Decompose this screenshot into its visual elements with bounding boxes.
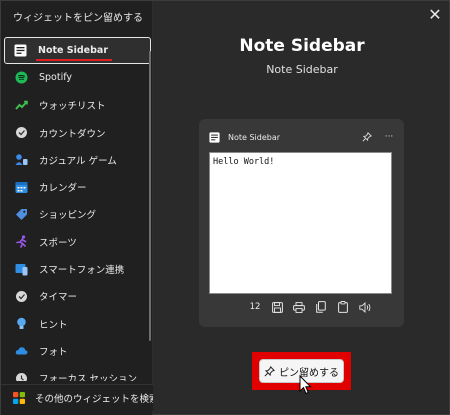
widget-item-label: カウントダウン <box>39 128 106 140</box>
more-options-icon[interactable]: ··· <box>382 130 396 144</box>
preview-subtitle: Note Sidebar <box>266 63 338 76</box>
tips-bulb-icon <box>15 317 28 330</box>
shopping-tag-icon <box>15 208 28 221</box>
widget-item-timer[interactable]: タイマー <box>1 283 153 310</box>
search-more-label: その他のウィジェットを検索する <box>35 394 153 405</box>
widget-item-calendar[interactable]: カレンダー <box>1 173 153 200</box>
widget-item-label: ウォッチリスト <box>39 101 106 113</box>
widget-item-shopping[interactable]: ショッピング <box>1 201 153 228</box>
search-more-widgets-link[interactable]: その他のウィジェットを検索する <box>1 384 153 411</box>
speaker-icon[interactable] <box>357 299 373 315</box>
dialog-title: ウィジェットをピン留めする <box>13 13 143 24</box>
mouse-cursor-icon <box>299 374 313 395</box>
widget-item-phone-link[interactable]: スマートフォン連携 <box>1 255 153 282</box>
widget-item-tips[interactable]: ヒント <box>1 310 153 337</box>
close-icon[interactable]: ✕ <box>425 5 445 25</box>
widget-card-title: Note Sidebar <box>228 132 281 142</box>
countdown-icon <box>15 126 28 139</box>
widget-item-spotify[interactable]: Spotify <box>1 64 153 91</box>
preview-title: Note Sidebar <box>239 36 365 56</box>
widget-preview-card: Note Sidebar ··· Hello World! 12 <box>199 119 404 327</box>
note-icon <box>14 44 27 57</box>
widget-item-label: ショッピング <box>39 210 97 222</box>
widget-card-header: Note Sidebar ··· <box>209 129 396 145</box>
phone-link-icon <box>15 263 28 276</box>
casual-games-icon <box>15 153 28 166</box>
paste-icon[interactable] <box>335 299 351 315</box>
widget-item-label: タイマー <box>39 292 78 304</box>
widget-item-label: カレンダー <box>39 183 87 195</box>
sports-runner-icon <box>15 235 28 249</box>
photos-cloud-icon <box>15 344 28 357</box>
note-text-area[interactable]: Hello World! <box>209 152 392 294</box>
pin-widget-dialog: ウィジェットをピン留めする Note Sidebar Spotify ウォッチリ… <box>0 0 450 415</box>
widgets-grid-icon <box>13 392 25 404</box>
widget-list: Note Sidebar Spotify ウォッチリスト カウントダウン カジュ… <box>1 37 153 381</box>
pin-icon <box>264 365 276 377</box>
watchlist-icon <box>15 99 28 112</box>
pin-icon[interactable] <box>360 130 374 144</box>
widget-item-label: Spotify <box>39 72 73 84</box>
widget-item-countdown[interactable]: カウントダウン <box>1 119 153 146</box>
widget-list-pane: ウィジェットをピン留めする Note Sidebar Spotify ウォッチリ… <box>1 1 153 415</box>
widget-item-label: カジュアル ゲーム <box>39 155 117 167</box>
print-icon[interactable] <box>291 299 307 315</box>
widget-card-toolbar: 12 <box>247 298 373 316</box>
copy-icon[interactable] <box>313 299 329 315</box>
widget-item-casual-games[interactable]: カジュアル ゲーム <box>1 146 153 173</box>
widget-item-label: フォト <box>39 346 68 358</box>
spotify-icon <box>15 71 28 84</box>
selection-underline <box>36 59 113 62</box>
calendar-icon <box>15 181 28 194</box>
widget-item-label: スマートフォン連携 <box>39 265 125 277</box>
font-size-value[interactable]: 12 <box>247 299 263 315</box>
widget-item-label: Note Sidebar <box>36 45 113 62</box>
note-icon <box>209 131 220 143</box>
widget-item-focus-session[interactable]: フォーカス セッション <box>1 365 153 381</box>
widget-item-sports[interactable]: スポーツ <box>1 228 153 255</box>
widget-item-watchlist[interactable]: ウォッチリスト <box>1 92 153 119</box>
widget-item-note-sidebar[interactable]: Note Sidebar <box>4 37 151 65</box>
widget-item-label: フォーカス セッション <box>39 374 138 381</box>
focus-session-icon <box>15 372 28 381</box>
widget-item-photos[interactable]: フォト <box>1 337 153 364</box>
widget-item-label: ヒント <box>39 319 68 331</box>
widget-list-scrollbar[interactable] <box>149 51 151 341</box>
save-icon[interactable] <box>269 299 285 315</box>
timer-icon <box>15 290 28 303</box>
widget-item-label: スポーツ <box>39 237 77 249</box>
